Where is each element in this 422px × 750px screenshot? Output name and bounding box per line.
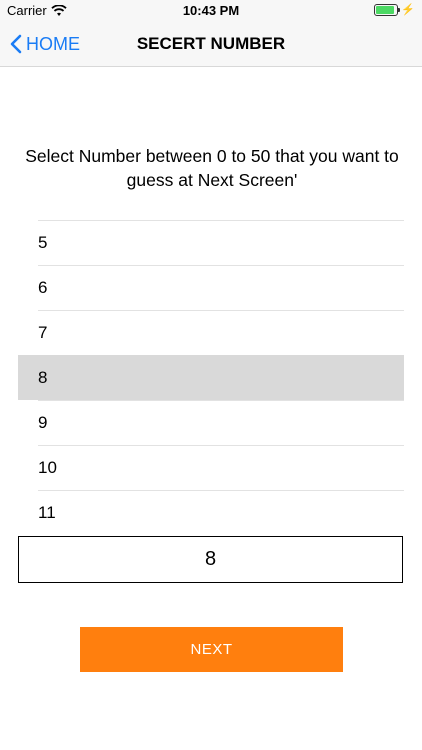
chevron-left-icon [10,34,22,54]
status-time: 10:43 PM [182,3,240,18]
back-label: HOME [26,33,80,54]
picker-row[interactable]: 9 [38,400,404,445]
picker-row[interactable]: 5 [38,220,404,265]
picker-row-label: 6 [38,278,48,297]
picker-row[interactable]: 6 [38,265,404,310]
battery-icon [374,3,401,16]
picker-row[interactable]: 11 [38,490,404,535]
picker-row-selected[interactable]: 8 [18,355,404,400]
status-right: ⚡ [370,3,415,16]
navigation-bar: HOME SECERT NUMBER [0,22,422,67]
charging-icon: ⚡ [401,4,415,16]
instruction-text: Select Number between 0 to 50 that you w… [25,146,399,190]
selected-number-field[interactable]: 8 [18,536,403,583]
back-button[interactable]: HOME [10,22,80,66]
picker-row[interactable]: 7 [38,310,404,355]
picker-row-label: 5 [38,233,48,252]
status-bar: Carrier 10:43 PM ⚡ [0,0,422,22]
number-picker[interactable]: 5 6 7 8 9 10 11 [18,220,404,535]
picker-row-label: 9 [38,413,48,432]
picker-row[interactable]: 10 [38,445,404,490]
next-button[interactable]: NEXT [80,627,343,672]
picker-row-label: 7 [38,323,48,342]
picker-row-label: 8 [38,368,48,387]
picker-row-label: 11 [38,503,56,522]
picker-row-label: 10 [38,458,57,477]
